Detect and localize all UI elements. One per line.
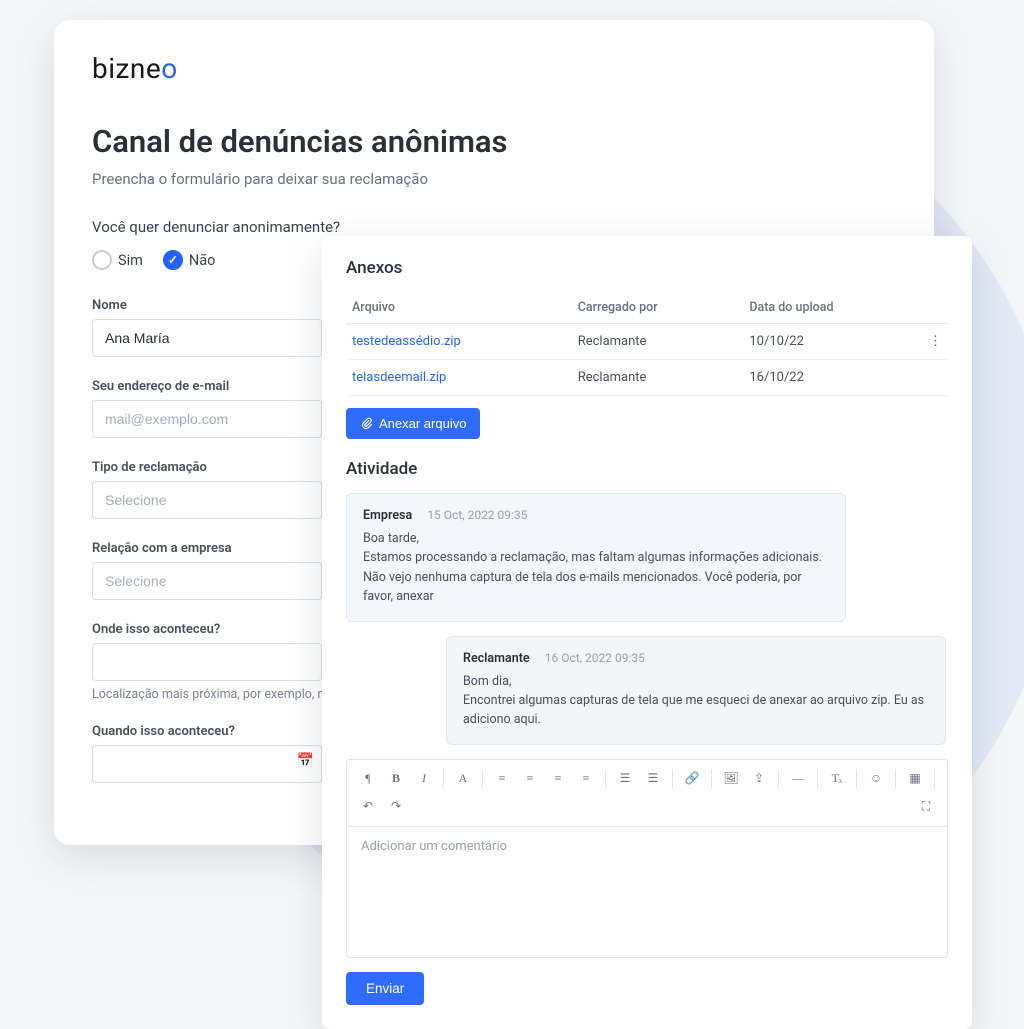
- col-uploader: Carregado por: [572, 292, 744, 324]
- activity-message-company: Empresa 15 Oct, 2022 09:35 Boa tarde,Est…: [346, 493, 846, 622]
- attachments-table: Arquivo Carregado por Data do upload tes…: [346, 292, 948, 396]
- when-field[interactable]: [92, 745, 322, 783]
- brand-logo: bizneo: [92, 52, 896, 85]
- align-center-icon[interactable]: ≡: [517, 766, 543, 792]
- redo-icon[interactable]: ↷: [383, 794, 409, 820]
- paragraph-format-icon[interactable]: ¶: [355, 766, 381, 792]
- attachments-activity-card: Anexos Arquivo Carregado por Data do upl…: [322, 236, 972, 1029]
- radio-no-label: Não: [189, 252, 216, 269]
- clear-format-icon[interactable]: Tₓ: [824, 766, 850, 792]
- col-date: Data do upload: [743, 292, 923, 324]
- message-time: 16 Oct, 2022 09:35: [545, 651, 645, 665]
- bold-icon[interactable]: B: [383, 766, 409, 792]
- send-button[interactable]: Enviar: [346, 972, 424, 1005]
- relation-select[interactable]: [92, 562, 322, 600]
- calendar-icon[interactable]: 📅: [297, 753, 314, 769]
- fullscreen-icon[interactable]: ⛶: [913, 794, 939, 820]
- paperclip-icon: [360, 417, 373, 430]
- comment-editor: ¶ B I A ≡ ≡ ≡ ≡ ☰ ☰ 🔗 🖼 ⇪ — Tₓ ☺ ▦: [346, 759, 948, 958]
- page-subtitle: Preencha o formulário para deixar sua re…: [92, 170, 896, 188]
- col-file: Arquivo: [346, 292, 572, 324]
- message-body: Bom dia,Encontrei algumas capturas de te…: [463, 672, 929, 730]
- attachments-heading: Anexos: [346, 258, 948, 278]
- attachment-uploader: Reclamante: [572, 324, 744, 360]
- align-right-icon[interactable]: ≡: [545, 766, 571, 792]
- align-justify-icon[interactable]: ≡: [573, 766, 599, 792]
- attachment-date: 10/10/22: [743, 324, 923, 360]
- unordered-list-icon[interactable]: ☰: [640, 766, 666, 792]
- activity-heading: Atividade: [346, 459, 948, 479]
- complaint-type-select[interactable]: [92, 481, 322, 519]
- message-author: Reclamante: [463, 651, 530, 666]
- attachment-date: 16/10/22: [743, 360, 923, 396]
- message-author: Empresa: [363, 508, 412, 523]
- editor-toolbar: ¶ B I A ≡ ≡ ≡ ≡ ☰ ☰ 🔗 🖼 ⇪ — Tₓ ☺ ▦: [347, 760, 947, 827]
- ordered-list-icon[interactable]: ☰: [612, 766, 638, 792]
- emoji-icon[interactable]: ☺: [863, 766, 889, 792]
- attachment-link[interactable]: testedeassédio.zip: [352, 334, 461, 349]
- attachment-uploader: Reclamante: [572, 360, 744, 396]
- kebab-icon[interactable]: ⋮: [923, 324, 948, 360]
- message-body: Boa tarde,Estamos processando a reclamaç…: [363, 529, 829, 607]
- attachment-link[interactable]: telasdeemail.zip: [352, 370, 446, 385]
- upload-icon[interactable]: ⇪: [746, 766, 772, 792]
- undo-icon[interactable]: ↶: [355, 794, 381, 820]
- italic-icon[interactable]: I: [411, 766, 437, 792]
- link-icon[interactable]: 🔗: [679, 766, 705, 792]
- image-icon[interactable]: 🖼: [718, 766, 744, 792]
- email-field[interactable]: [92, 400, 322, 438]
- activity-message-claimant: Reclamante 16 Oct, 2022 09:35 Bom dia,En…: [446, 636, 946, 745]
- comment-textarea[interactable]: Adicionar um comentário: [347, 827, 947, 957]
- hr-icon[interactable]: —: [785, 766, 811, 792]
- radio-yes[interactable]: Sim: [92, 250, 143, 270]
- name-field[interactable]: [92, 319, 322, 357]
- radio-no[interactable]: Não: [163, 250, 216, 270]
- page-title: Canal de denúncias anônimas: [92, 123, 896, 160]
- attach-file-label: Anexar arquivo: [379, 416, 466, 431]
- where-field[interactable]: [92, 643, 322, 681]
- table-row: testedeassédio.zip Reclamante 10/10/22 ⋮: [346, 324, 948, 360]
- message-time: 15 Oct, 2022 09:35: [427, 508, 527, 522]
- anonymous-question: Você quer denunciar anonimamente?: [92, 218, 896, 236]
- table-row: telasdeemail.zip Reclamante 16/10/22: [346, 360, 948, 396]
- attach-file-button[interactable]: Anexar arquivo: [346, 408, 480, 439]
- text-color-icon[interactable]: A: [450, 766, 476, 792]
- radio-yes-label: Sim: [118, 252, 143, 269]
- table-icon[interactable]: ▦: [902, 766, 928, 792]
- align-left-icon[interactable]: ≡: [489, 766, 515, 792]
